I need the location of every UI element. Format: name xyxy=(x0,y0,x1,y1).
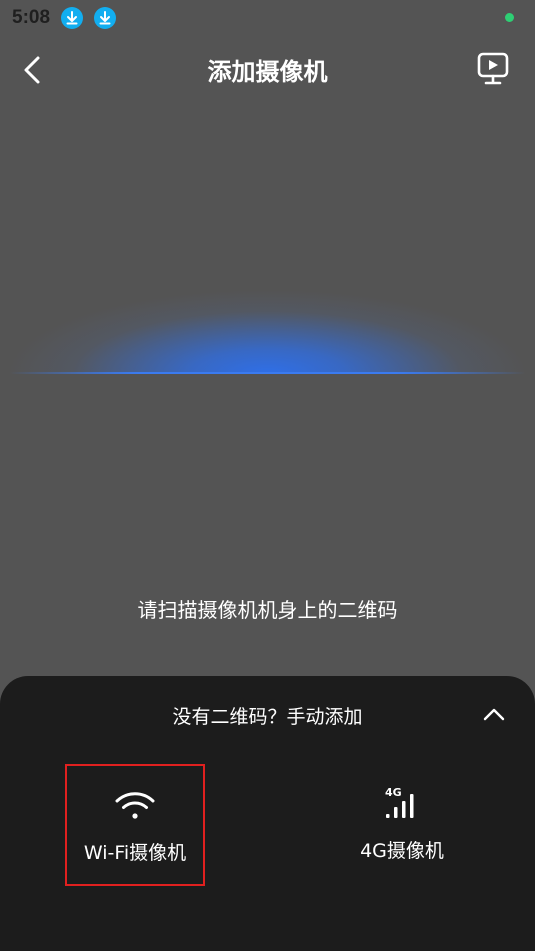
4g-camera-label: 4G摄像机 xyxy=(360,840,444,862)
nav-bar: 添加摄像机 xyxy=(0,40,535,98)
wifi-icon xyxy=(113,786,157,824)
scan-hint-text: 请扫描摄像机机身上的二维码 xyxy=(137,598,398,622)
chevron-up-icon xyxy=(483,708,505,721)
collapse-button[interactable] xyxy=(479,700,509,728)
download-icon xyxy=(94,7,116,29)
status-bar: 5:08 xyxy=(0,0,535,36)
scan-glow xyxy=(8,290,527,374)
scan-line xyxy=(10,372,525,374)
status-time: 5:08 xyxy=(12,7,51,28)
wifi-camera-option[interactable]: Wi-Fi摄像机 xyxy=(65,764,205,886)
monitor-play-icon xyxy=(477,52,509,85)
signal-4g-icon: 4G xyxy=(380,784,424,822)
wifi-camera-label: Wi-Fi摄像机 xyxy=(83,842,187,864)
page-title: 添加摄像机 xyxy=(207,58,328,86)
4g-camera-option[interactable]: 4G 4G摄像机 xyxy=(332,764,472,886)
manual-add-panel: 没有二维码？手动添加 Wi-Fi摄像机 4G 4G摄像机 xyxy=(0,676,535,951)
video-list-button[interactable] xyxy=(475,50,513,88)
svg-text:4G: 4G xyxy=(385,786,402,799)
status-indicator-dot xyxy=(505,13,514,22)
download-icon xyxy=(61,7,83,29)
manual-add-link[interactable]: 没有二维码？手动添加 xyxy=(0,702,535,729)
